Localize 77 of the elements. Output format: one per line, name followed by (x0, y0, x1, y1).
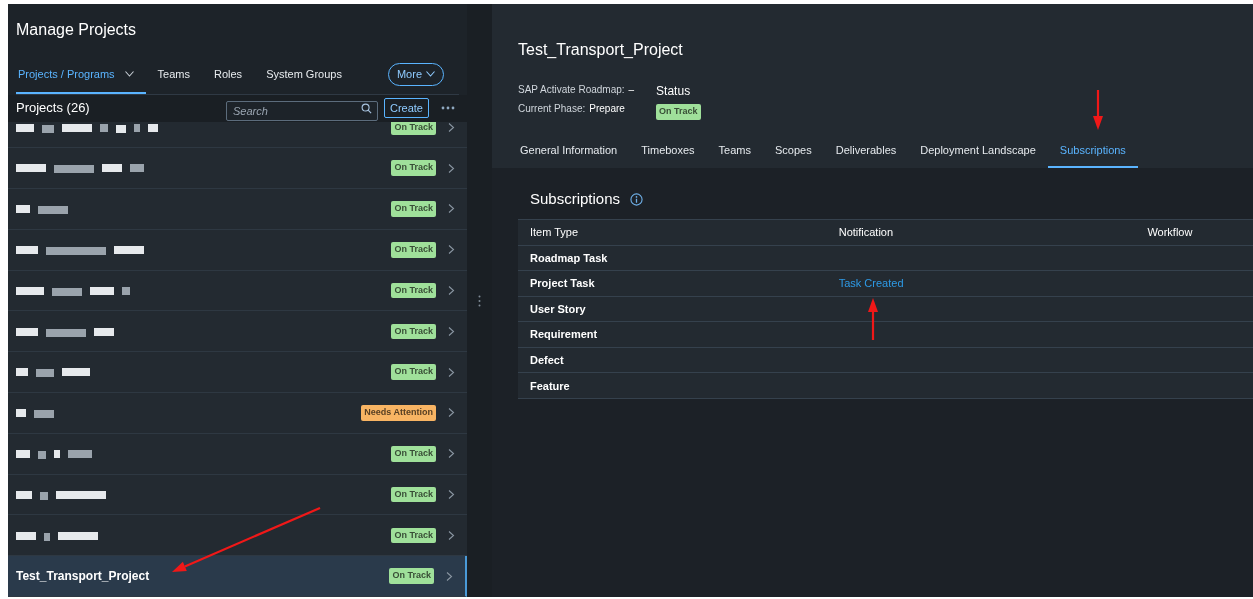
status-label: On Track (391, 446, 436, 462)
column-header: Notification (826, 219, 1136, 245)
chevron-right-icon (448, 449, 455, 459)
list-title: Projects (26) (16, 99, 91, 118)
tab[interactable]: Teams (706, 134, 763, 168)
project-row[interactable]: On Track (8, 121, 467, 149)
table-cell: User Story (518, 296, 827, 322)
project-row[interactable]: On Track (8, 433, 467, 475)
chevron-right-icon (448, 286, 455, 296)
table-cell: Requirement (518, 321, 827, 348)
tab[interactable]: Roles (202, 60, 255, 94)
status-label: On Track (391, 282, 436, 299)
chevron-right-icon (448, 326, 455, 336)
project-row[interactable]: Test_Transport_Project On Track (8, 556, 467, 597)
chevron-right-icon (448, 408, 455, 418)
table-cell: Roadmap Task (518, 245, 827, 271)
annotation-arrow (868, 298, 878, 340)
info-icon[interactable] (630, 192, 644, 206)
tab[interactable]: Teams (145, 60, 202, 94)
section-title: Subscriptions (530, 189, 621, 209)
project-row[interactable]: On Track (8, 229, 467, 271)
tab[interactable]: Scopes (763, 134, 824, 168)
project-title: Test_Transport_Project (518, 40, 684, 60)
chevron-right-icon (448, 530, 455, 540)
chevron-right-icon (448, 163, 455, 173)
status-label: On Track (391, 160, 436, 176)
notification-link[interactable]: Task Created (838, 277, 904, 290)
tab[interactable]: General Information (518, 134, 630, 168)
column-header: Item Type (518, 219, 827, 245)
tab[interactable]: Deployment Landscape (908, 134, 1048, 168)
chevron-right-icon (448, 367, 455, 377)
pixelated-name-drawing (16, 409, 54, 419)
status-label: On Track (389, 568, 434, 584)
more-options-icon[interactable] (441, 106, 455, 110)
status-label: Status (656, 83, 692, 100)
status-label: On Track (391, 242, 436, 258)
search-icon (360, 102, 372, 114)
status-label: On Track (391, 527, 436, 544)
project-row[interactable]: Needs Attention (8, 393, 467, 434)
project-row[interactable]: On Track (8, 311, 467, 353)
project-row[interactable]: On Track (8, 474, 467, 516)
table-cell: Defect (518, 347, 827, 373)
chevron-right-icon (448, 490, 455, 500)
project-row[interactable]: On Track (8, 148, 467, 190)
field-value: Prepare (589, 102, 625, 116)
project-row[interactable]: On Track (8, 352, 467, 394)
project-row[interactable]: On Track (8, 189, 467, 230)
status-label: On Track (391, 364, 436, 380)
chevron-right-icon (448, 245, 455, 255)
field-value: – (628, 83, 635, 97)
search-field[interactable]: Search (225, 101, 378, 121)
status-label: On Track (391, 323, 436, 340)
project-name: Test_Transport_Project (16, 568, 151, 586)
tab[interactable]: System Groups (254, 60, 354, 94)
status-label: On Track (656, 104, 701, 120)
annotation-arrow (1093, 90, 1103, 130)
project-row[interactable]: On Track (8, 270, 467, 312)
panel-title: Manage Projects (16, 20, 138, 40)
create-button[interactable]: Create (383, 97, 429, 119)
field-label: SAP Activate Roadmap: (518, 83, 625, 97)
chevron-right-icon (448, 122, 455, 132)
table-cell: Feature (518, 372, 827, 399)
tab[interactable]: Timeboxes (629, 134, 707, 168)
chevron-right-icon (446, 571, 453, 581)
table-cell: Project Task (518, 270, 827, 297)
caret-icon (426, 71, 435, 78)
resize-handle-icon[interactable] (478, 294, 481, 307)
field-label: Current Phase: (518, 102, 586, 116)
status-label: On Track (391, 201, 436, 217)
status-label: On Track (391, 486, 436, 503)
tab[interactable]: Deliverables (823, 134, 909, 168)
column-header: Workflow (1135, 219, 1253, 245)
pixelated-name-drawing (16, 205, 68, 215)
tab[interactable]: Subscriptions (1047, 134, 1138, 168)
tab[interactable]: Projects / Programs (16, 60, 146, 94)
chevron-right-icon (448, 204, 455, 214)
status-label: Needs Attention (361, 405, 436, 421)
